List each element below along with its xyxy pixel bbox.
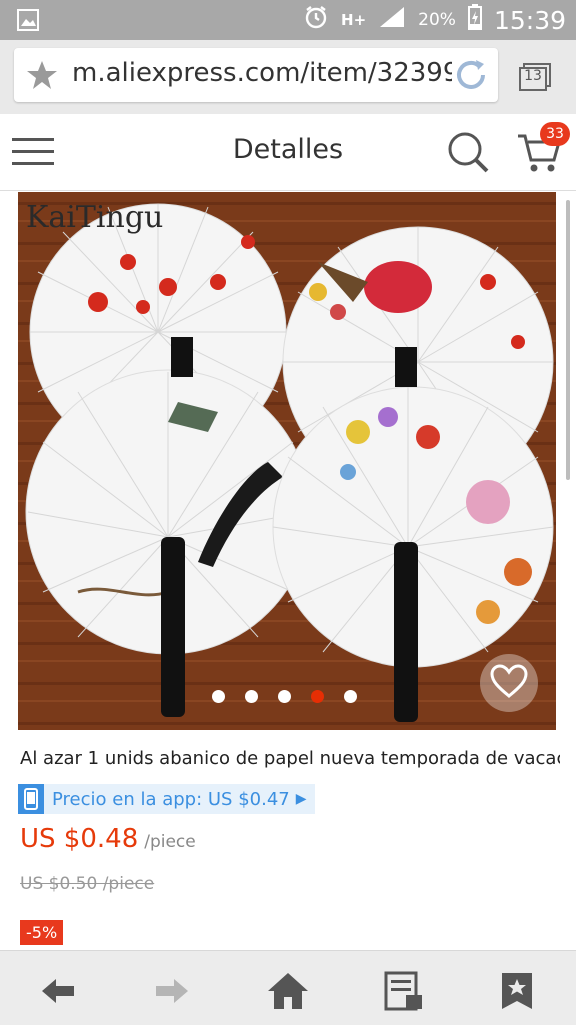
app-price-banner[interactable]: Precio en la app: US $0.47 ▶ <box>18 784 315 814</box>
pager-dot[interactable] <box>212 690 225 703</box>
clock: 15:39 <box>493 5 566 35</box>
status-bar: H+ 20% 15:39 <box>0 0 576 40</box>
address-bar[interactable]: m.aliexpress.com/item/323990 <box>14 48 498 102</box>
wishlist-button[interactable] <box>480 654 538 712</box>
alarm-icon <box>303 4 329 36</box>
url-text[interactable]: m.aliexpress.com/item/323990 <box>72 58 452 88</box>
chevron-right-icon: ▶ <box>295 791 307 807</box>
heart-icon <box>490 664 528 702</box>
price-unit: /piece <box>144 832 196 852</box>
back-icon[interactable] <box>38 971 78 1011</box>
reload-icon[interactable] <box>452 56 490 98</box>
battery-icon <box>467 4 482 36</box>
forward-icon[interactable] <box>152 971 192 1011</box>
bookmark-star-icon[interactable] <box>26 60 58 94</box>
discount-badge: -5% <box>20 920 64 945</box>
network-type: H+ <box>341 11 367 29</box>
pager-dot-active[interactable] <box>311 690 324 703</box>
pager-dot[interactable] <box>245 690 258 703</box>
browser-bottom-nav <box>0 950 576 1025</box>
product-price: US $0.48/piece <box>20 824 196 854</box>
pager-dot[interactable] <box>278 690 291 703</box>
original-price: US $0.50 /piece <box>20 874 155 894</box>
price-value: US $0.48 <box>20 824 139 854</box>
bookmarks-list-icon[interactable] <box>384 971 424 1011</box>
brand-watermark: KaiTingu <box>26 200 164 235</box>
browser-toolbar: m.aliexpress.com/item/323990 13 <box>0 40 576 114</box>
image-pager[interactable] <box>212 690 357 703</box>
app-price-label: Precio en la app: US $0.47 <box>52 788 290 810</box>
product-title[interactable]: Al azar 1 unids abanico de papel nueva t… <box>20 748 560 769</box>
pager-dot[interactable] <box>344 690 357 703</box>
cart-count-badge: 33 <box>540 122 570 146</box>
battery-percent: 20% <box>418 10 456 30</box>
tabs-count: 13 <box>524 68 542 84</box>
search-icon[interactable] <box>446 130 490 178</box>
home-icon[interactable] <box>266 971 308 1011</box>
app-header: Detalles <box>0 114 576 191</box>
signal-icon <box>378 5 406 35</box>
tabs-button[interactable]: 13 <box>518 62 552 96</box>
gallery-notification-icon <box>16 8 40 36</box>
scroll-indicator <box>566 200 570 480</box>
bookmark-star-icon[interactable] <box>500 971 540 1011</box>
product-image[interactable] <box>18 192 556 730</box>
phone-icon <box>18 784 44 814</box>
